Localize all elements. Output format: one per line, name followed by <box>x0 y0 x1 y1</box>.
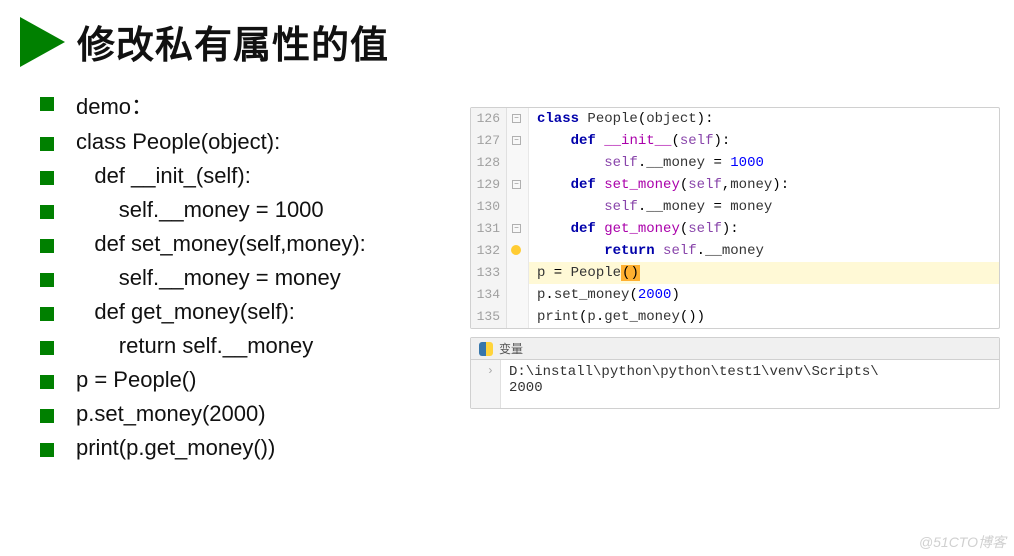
bullet-text: def set_money(self,money): <box>76 231 366 257</box>
watermark: @51CTO博客 <box>919 532 1006 552</box>
list-item: p = People() <box>40 367 460 393</box>
line-number: 128 <box>471 152 507 174</box>
bullet-square-icon <box>40 273 54 287</box>
bullet-text: self.__money = money <box>76 265 341 291</box>
code-text: return self.__money <box>529 240 764 262</box>
bullet-square-icon <box>40 205 54 219</box>
bullet-square-icon <box>40 239 54 253</box>
bullet-square-icon <box>40 375 54 389</box>
list-item: return self.__money <box>40 333 460 359</box>
code-text: def set_money(self,money): <box>529 174 789 196</box>
collapse-icon[interactable]: − <box>512 180 521 189</box>
code-text: def get_money(self): <box>529 218 739 240</box>
code-line: 131 − def get_money(self): <box>471 218 999 240</box>
collapse-icon[interactable]: − <box>512 136 521 145</box>
code-line: 126 − class People(object): <box>471 108 999 130</box>
code-text: self.__money = money <box>529 196 772 218</box>
code-line-highlighted: 133 p = People() <box>471 262 999 284</box>
output-panel: 变量 › D:\install\python\python\test1\venv… <box>470 337 1000 409</box>
bullet-text: class People(object): <box>76 129 280 155</box>
bulb-icon[interactable] <box>511 245 521 255</box>
code-text: p = People() <box>529 262 640 284</box>
gutter[interactable] <box>507 306 529 328</box>
code-text: def __init__(self): <box>529 130 730 152</box>
gutter[interactable]: − <box>507 174 529 196</box>
code-line: 128 self.__money = 1000 <box>471 152 999 174</box>
bullet-text: p = People() <box>76 367 196 393</box>
list-item: self.__money = 1000 <box>40 197 460 223</box>
code-line: 129 − def set_money(self,money): <box>471 174 999 196</box>
code-text: print(p.get_money()) <box>529 306 705 328</box>
output-path: D:\install\python\python\test1\venv\Scri… <box>509 364 879 380</box>
page-title: 修改私有属性的值 <box>77 14 389 69</box>
bullet-square-icon <box>40 409 54 423</box>
code-line: 127 − def __init__(self): <box>471 130 999 152</box>
bullet-square-icon <box>40 97 54 111</box>
line-number: 129 <box>471 174 507 196</box>
list-item: class People(object): <box>40 129 460 155</box>
title-triangle-icon <box>20 17 65 67</box>
gutter[interactable] <box>507 284 529 306</box>
terminal-gutter: › <box>471 360 501 408</box>
output-value: 2000 <box>509 380 879 396</box>
arrow-icon: › <box>471 364 494 378</box>
bullet-text: print(p.get_money()) <box>76 435 275 461</box>
collapse-icon[interactable]: − <box>512 114 521 123</box>
line-number: 135 <box>471 306 507 328</box>
bullet-text: demo： <box>76 89 153 121</box>
gutter[interactable] <box>507 262 529 284</box>
line-number: 127 <box>471 130 507 152</box>
gutter[interactable] <box>507 152 529 174</box>
bullet-text: def __init_(self): <box>76 163 251 189</box>
gutter[interactable] <box>507 240 529 262</box>
bullet-square-icon <box>40 171 54 185</box>
bullet-list: demo： class People(object): def __init_(… <box>40 89 460 469</box>
line-number: 134 <box>471 284 507 306</box>
bullet-square-icon <box>40 137 54 151</box>
list-item: print(p.get_money()) <box>40 435 460 461</box>
code-text: self.__money = 1000 <box>529 152 764 174</box>
list-item: demo： <box>40 89 460 121</box>
bullet-square-icon <box>40 341 54 355</box>
line-number: 130 <box>471 196 507 218</box>
gutter[interactable] <box>507 196 529 218</box>
list-item: self.__money = money <box>40 265 460 291</box>
list-item: def get_money(self): <box>40 299 460 325</box>
gutter[interactable]: − <box>507 130 529 152</box>
line-number: 126 <box>471 108 507 130</box>
list-item: def set_money(self,money): <box>40 231 460 257</box>
bullet-text: p.set_money(2000) <box>76 401 266 427</box>
collapse-icon[interactable]: − <box>512 224 521 233</box>
code-text: p.set_money(2000) <box>529 284 680 306</box>
code-line: 130 self.__money = money <box>471 196 999 218</box>
bullet-square-icon <box>40 307 54 321</box>
bullet-text: self.__money = 1000 <box>76 197 324 223</box>
code-line: 134 p.set_money(2000) <box>471 284 999 306</box>
output-tab[interactable]: 变量 <box>471 338 999 360</box>
bullet-square-icon <box>40 443 54 457</box>
tab-label: 变量 <box>499 340 523 357</box>
code-editor: 126 − class People(object): 127 − def __… <box>470 107 1000 329</box>
gutter[interactable]: − <box>507 218 529 240</box>
line-number: 133 <box>471 262 507 284</box>
code-line: 132 return self.__money <box>471 240 999 262</box>
code-line: 135 print(p.get_money()) <box>471 306 999 328</box>
gutter[interactable]: − <box>507 108 529 130</box>
bullet-text: def get_money(self): <box>76 299 295 325</box>
line-number: 132 <box>471 240 507 262</box>
line-number: 131 <box>471 218 507 240</box>
terminal-output: D:\install\python\python\test1\venv\Scri… <box>501 360 887 408</box>
list-item: p.set_money(2000) <box>40 401 460 427</box>
bullet-text: return self.__money <box>76 333 313 359</box>
code-text: class People(object): <box>529 108 713 130</box>
python-icon <box>479 342 493 356</box>
list-item: def __init_(self): <box>40 163 460 189</box>
